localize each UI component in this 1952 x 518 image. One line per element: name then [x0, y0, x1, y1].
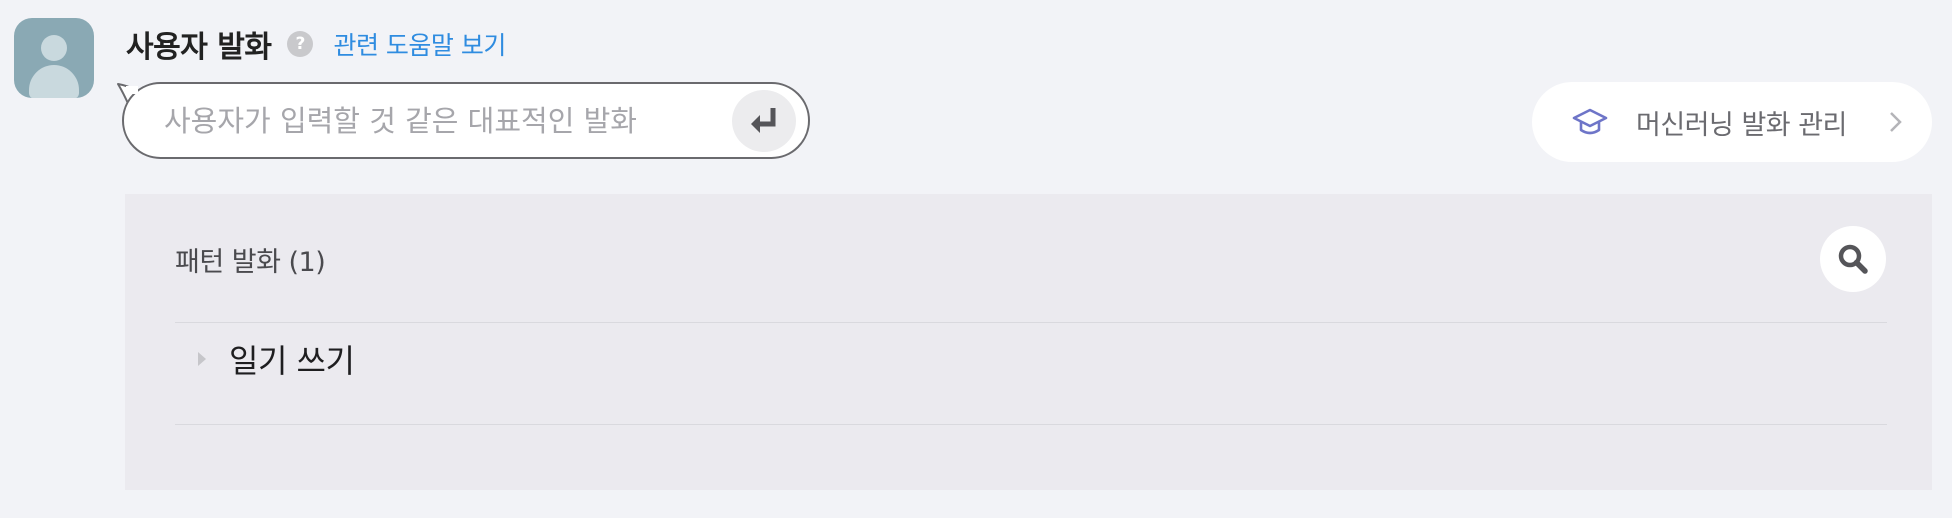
help-link[interactable]: 관련 도움말 보기	[333, 26, 506, 62]
divider	[175, 424, 1887, 425]
avatar-body	[29, 65, 79, 98]
enter-button[interactable]	[732, 90, 796, 152]
bubble-tail-mask	[126, 86, 138, 94]
graduation-cap-icon	[1572, 108, 1608, 135]
avatar-head	[41, 35, 67, 61]
caret-right-icon	[198, 352, 206, 366]
enter-return-icon	[751, 108, 776, 133]
pattern-item[interactable]: 일기 쓰기	[175, 324, 1887, 394]
header: 사용자 발화 ? 관련 도움말 보기	[126, 22, 506, 66]
user-avatar	[14, 18, 94, 98]
chevron-right-icon	[1890, 112, 1902, 132]
utterance-input[interactable]	[162, 102, 686, 139]
question-circle-icon[interactable]: ?	[287, 31, 314, 57]
search-button[interactable]	[1820, 226, 1886, 292]
utterance-input-bubble	[122, 82, 810, 159]
page-title: 사용자 발화	[126, 30, 272, 65]
ml-utterance-button[interactable]: 머신러닝 발화 관리	[1532, 82, 1932, 162]
search-icon	[1838, 244, 1868, 274]
divider	[175, 322, 1887, 323]
ml-button-label: 머신러닝 발화 관리	[1636, 109, 1847, 141]
pattern-item-label: 일기 쓰기	[229, 342, 355, 380]
pattern-section-title: 패턴 발화 (1)	[175, 247, 326, 278]
pattern-utterances-panel: 패턴 발화 (1) 일기 쓰기	[125, 194, 1932, 490]
